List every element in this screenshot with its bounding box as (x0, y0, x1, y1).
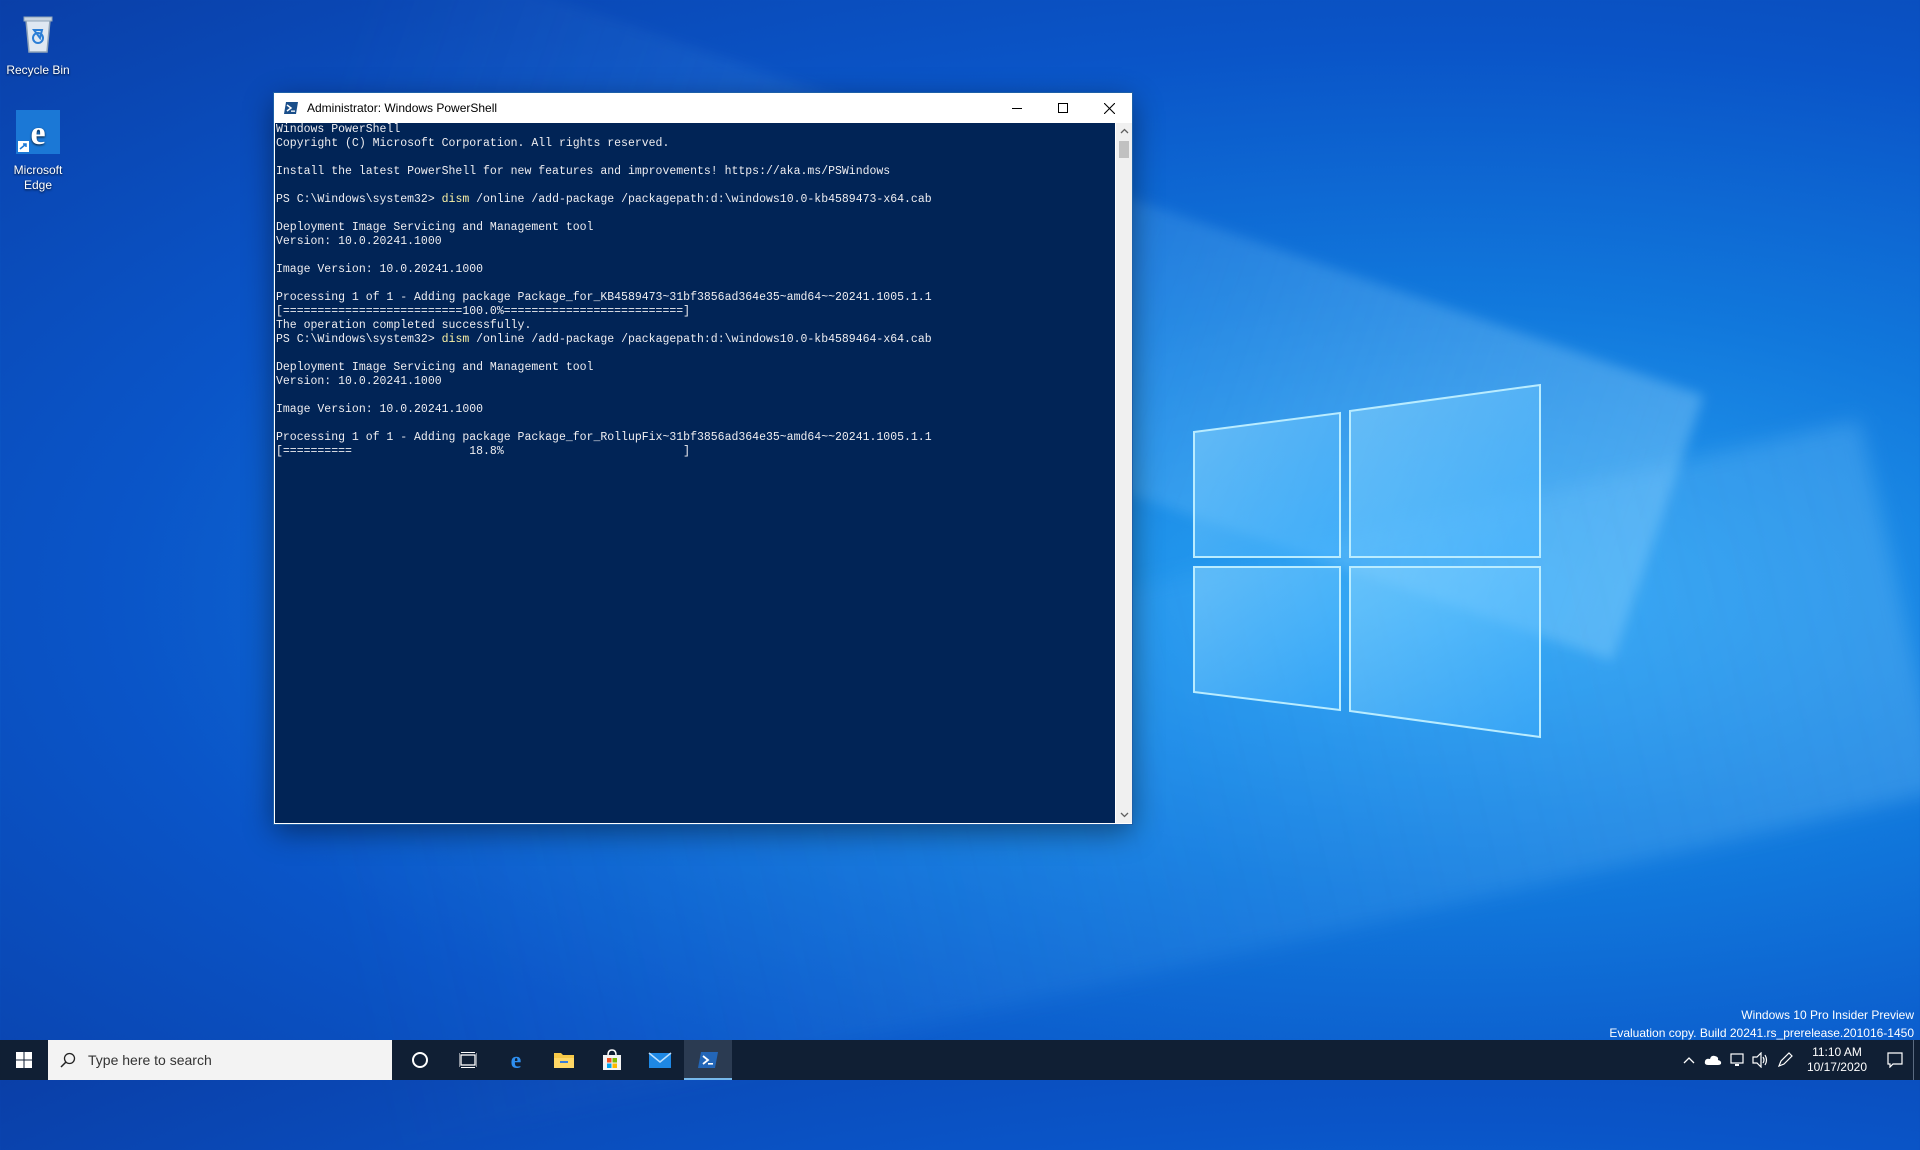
edge-icon: e (16, 110, 60, 154)
tray-volume-button[interactable] (1749, 1040, 1773, 1080)
edge-icon: e (511, 1049, 522, 1071)
taskbar-store-button[interactable] (588, 1040, 636, 1080)
desktop-icon-label: Recycle Bin (6, 63, 70, 77)
console-line: Processing 1 of 1 - Adding package Packa… (276, 291, 932, 304)
recycle-bin-icon (23, 16, 53, 53)
console-output[interactable]: Windows PowerShell Copyright (C) Microsof… (275, 123, 1115, 823)
search-placeholder: Type here to search (88, 1052, 212, 1068)
pen-icon (1777, 1052, 1793, 1068)
console-command: dism (441, 333, 470, 346)
chevron-down-icon (1120, 812, 1128, 818)
taskbar-file-explorer-button[interactable] (540, 1040, 588, 1080)
minimize-button[interactable] (994, 93, 1040, 123)
console-args: /online /add-package /packagepath:d:\win… (469, 333, 932, 346)
store-bag-icon (603, 1049, 621, 1070)
tray-clock[interactable]: 11:10 AM 10/17/2020 (1797, 1045, 1877, 1075)
console-prompt: PS C:\Windows\system32> (276, 193, 442, 206)
tray-onedrive-button[interactable] (1701, 1040, 1725, 1080)
system-tray: 11:10 AM 10/17/2020 (1677, 1040, 1920, 1080)
tray-overflow-button[interactable] (1677, 1040, 1701, 1080)
speaker-icon (1752, 1052, 1768, 1068)
tray-network-button[interactable] (1725, 1040, 1749, 1080)
console-line: [==========================100.0%=======… (276, 305, 691, 318)
taskbar-search-box[interactable]: Type here to search (48, 1040, 392, 1080)
chevron-up-icon (1120, 128, 1128, 134)
chevron-up-icon (1683, 1057, 1695, 1064)
clock-time: 11:10 AM (1812, 1045, 1862, 1059)
close-icon (1103, 102, 1115, 114)
console-line: Deployment Image Servicing and Managemen… (276, 361, 594, 374)
task-view-icon (459, 1052, 477, 1068)
console-line: The operation completed successfully. (276, 319, 532, 332)
desktop-icon-label: Microsoft Edge (13, 163, 63, 192)
console-line: Version: 10.0.20241.1000 (276, 375, 442, 388)
notification-icon (1887, 1052, 1903, 1068)
cloud-icon (1704, 1055, 1722, 1065)
maximize-button[interactable] (1040, 93, 1086, 123)
console-scrollbar[interactable] (1116, 123, 1132, 823)
powershell-icon (284, 102, 298, 114)
folder-icon (554, 1053, 574, 1068)
cortana-circle-icon (412, 1052, 428, 1068)
maximize-icon (1058, 103, 1068, 113)
svg-text:e: e (30, 115, 45, 152)
network-icon (1730, 1053, 1744, 1066)
show-desktop-button[interactable] (1913, 1040, 1920, 1080)
taskbar-task-view-button[interactable] (444, 1040, 492, 1080)
window-title: Administrator: Windows PowerShell (307, 101, 498, 115)
console-prompt: PS C:\Windows\system32> (276, 333, 442, 346)
console-args: /online /add-package /packagepath:d:\win… (469, 193, 932, 206)
minimize-icon (1012, 108, 1022, 109)
tray-pen-button[interactable] (1773, 1040, 1797, 1080)
watermark-edition: Windows 10 Pro Insider Preview (1741, 1008, 1914, 1022)
console-command: dism (441, 193, 470, 206)
desktop-icon-recycle-bin[interactable]: Recycle Bin (0, 8, 78, 78)
scroll-up-button[interactable] (1116, 123, 1132, 139)
scroll-down-button[interactable] (1116, 807, 1132, 823)
mail-icon (648, 1052, 672, 1068)
console-line: Version: 10.0.20241.1000 (276, 235, 442, 248)
scroll-thumb[interactable] (1119, 141, 1129, 158)
search-icon (60, 1052, 76, 1068)
windows-start-icon (16, 1052, 32, 1068)
console-line: Processing 1 of 1 - Adding package Packa… (276, 431, 932, 444)
console-line: Install the latest PowerShell for new fe… (276, 165, 891, 178)
desktop-icon-microsoft-edge[interactable]: e Microsoft Edge (0, 108, 78, 193)
powershell-icon (698, 1052, 718, 1068)
action-center-button[interactable] (1877, 1040, 1913, 1080)
evaluation-watermark: Windows 10 Pro Insider Preview Evaluatio… (1609, 1006, 1914, 1042)
svg-text:e: e (511, 1049, 522, 1071)
console-line: PS C:\Windows\system32> dism /online /ad… (275, 333, 1115, 347)
console-line: Copyright (C) Microsoft Corporation. All… (276, 137, 670, 150)
console-line: Image Version: 10.0.20241.1000 (276, 403, 484, 416)
taskbar: Type here to search e 11:10 AM 10/17/202… (0, 1040, 1920, 1080)
taskbar-cortana-button[interactable] (396, 1040, 444, 1080)
taskbar-mail-button[interactable] (636, 1040, 684, 1080)
console-line: Deployment Image Servicing and Managemen… (276, 221, 594, 234)
console-line: Image Version: 10.0.20241.1000 (276, 263, 484, 276)
console-line: [========== 18.8% ] (276, 445, 691, 458)
close-button[interactable] (1086, 93, 1132, 123)
powershell-window[interactable]: Administrator: Windows PowerShell Window… (274, 93, 1132, 824)
title-bar[interactable]: Administrator: Windows PowerShell (274, 93, 1132, 123)
taskbar-edge-button[interactable]: e (492, 1040, 540, 1080)
taskbar-powershell-button[interactable] (684, 1040, 732, 1080)
console-line: Windows PowerShell (276, 123, 401, 136)
start-button[interactable] (0, 1040, 48, 1080)
windows-wallpaper-logo (1193, 383, 1541, 739)
console-line: PS C:\Windows\system32> dism /online /ad… (275, 193, 1115, 207)
clock-date: 10/17/2020 (1806, 1060, 1867, 1074)
